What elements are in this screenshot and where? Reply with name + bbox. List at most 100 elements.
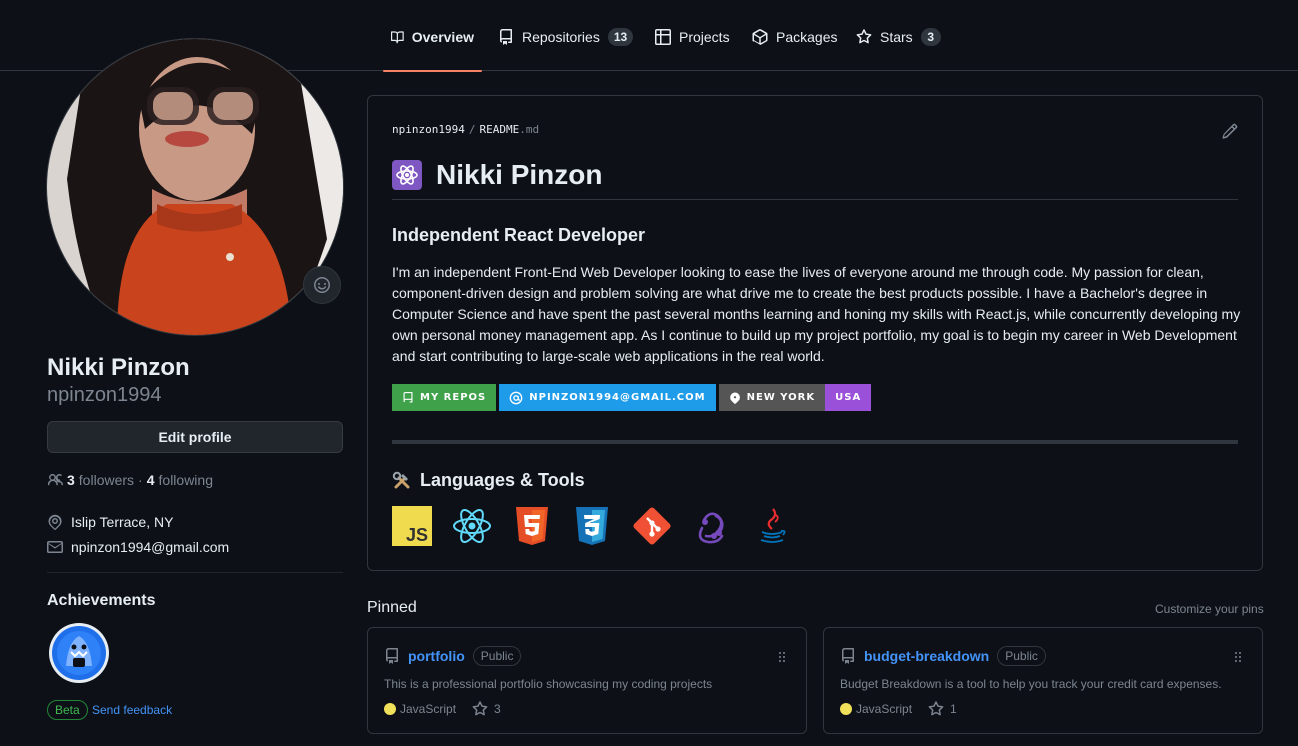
tab-label: Overview xyxy=(411,29,474,45)
profile-username: npinzon1994 xyxy=(47,384,162,406)
following-link[interactable]: 4 following xyxy=(147,471,213,489)
send-feedback-link[interactable]: Send feedback xyxy=(92,702,172,718)
java-icon[interactable] xyxy=(752,506,792,546)
mail-icon xyxy=(47,541,63,553)
tab-packages[interactable]: Packages xyxy=(744,27,845,71)
language-label: JavaScript xyxy=(856,702,913,716)
atom-emoji-icon xyxy=(392,160,422,190)
set-status-button[interactable] xyxy=(303,266,341,304)
shield-label: NEW YORK xyxy=(746,392,816,403)
profile-location: Islip Terrace, NY xyxy=(47,513,173,531)
following-label: following xyxy=(158,472,213,488)
followers-link[interactable]: 3 followers xyxy=(67,471,134,489)
pin-header: portfolio Public xyxy=(384,646,522,666)
star-count: 3 xyxy=(494,702,501,716)
follow-separator: · xyxy=(138,472,143,488)
drag-grip-icon[interactable] xyxy=(1230,650,1246,666)
achievements-title: Achievements xyxy=(47,592,156,609)
repo-stars-link[interactable]: 3 xyxy=(472,701,501,717)
tools-title-text: Languages & Tools xyxy=(420,470,585,490)
pinned-repo-card: budget-breakdown Public Budget Breakdown… xyxy=(823,627,1263,734)
email-shield[interactable]: NPINZON1994@GMAIL.COM xyxy=(499,384,716,411)
pinned-title: Pinned xyxy=(367,599,417,616)
repo-stars-link[interactable]: 1 xyxy=(928,701,957,717)
tab-label: Stars xyxy=(880,29,913,45)
repo-language: JavaScript xyxy=(384,702,456,716)
shield-label: NPINZON1994@GMAIL.COM xyxy=(529,392,706,403)
shield-label: MY REPOS xyxy=(420,392,487,403)
profile-email[interactable]: npinzon1994@gmail.com xyxy=(47,538,229,556)
git-icon[interactable] xyxy=(632,506,672,546)
repo-name-link[interactable]: portfolio xyxy=(408,648,465,664)
book-icon xyxy=(391,31,404,44)
repo-icon xyxy=(403,391,413,402)
readme-card: npinzon1994 / README.md Nikki Pinzon Ind… xyxy=(367,95,1263,571)
stars-count-badge: 3 xyxy=(920,28,941,46)
star-count: 1 xyxy=(950,702,957,716)
readme-heading: Nikki Pinzon xyxy=(436,159,603,190)
react-icon[interactable] xyxy=(452,506,492,546)
html5-icon[interactable] xyxy=(512,506,552,546)
tab-repositories[interactable]: Repositories 13 xyxy=(490,27,641,71)
star-icon xyxy=(472,701,488,716)
readme-owner-link[interactable]: npinzon1994 xyxy=(392,123,465,136)
readme-file-ext: .md xyxy=(519,123,540,136)
achievement-badge-shark[interactable] xyxy=(48,622,110,684)
following-count: 4 xyxy=(146,472,155,488)
tab-overview[interactable]: Overview xyxy=(383,27,482,72)
tab-label: Projects xyxy=(679,29,730,45)
readme-file-base: README xyxy=(479,123,520,136)
svg-text:JS: JS xyxy=(406,525,428,545)
smiley-icon xyxy=(314,277,330,293)
language-label: JavaScript xyxy=(400,702,457,716)
drag-grip-icon[interactable] xyxy=(774,650,790,666)
my-repos-shield[interactable]: MY REPOS xyxy=(392,384,497,411)
profile-name: Nikki Pinzon xyxy=(47,354,190,381)
repo-icon xyxy=(842,648,854,664)
tools-heading: Languages & Tools xyxy=(392,470,585,491)
customize-pins-link[interactable]: Customize your pins xyxy=(1155,602,1264,616)
beta-badge: Beta xyxy=(47,700,88,720)
repo-name-link[interactable]: budget-breakdown xyxy=(864,648,989,664)
repo-icon xyxy=(386,648,398,664)
star-icon xyxy=(928,701,944,716)
repo-meta: JavaScript 1 xyxy=(840,701,957,717)
tab-projects[interactable]: Projects xyxy=(647,27,738,71)
tab-label: Packages xyxy=(776,29,838,45)
visibility-badge: Public xyxy=(472,646,522,666)
table-icon xyxy=(655,29,671,45)
repo-language: JavaScript xyxy=(840,702,912,716)
css3-icon[interactable] xyxy=(572,506,612,546)
location-shield: NEW YORK USA xyxy=(718,384,872,411)
shield-badges: MY REPOS NPINZON1994@GMAIL.COM NEW YORK … xyxy=(392,384,872,411)
readme-breadcrumb: npinzon1994 / README.md xyxy=(392,123,539,136)
location-shield-right: USA xyxy=(825,384,872,411)
breadcrumb-separator: / xyxy=(468,123,476,136)
readme-subheading: Independent React Developer xyxy=(392,225,646,245)
people-icon xyxy=(47,474,63,486)
redux-icon[interactable] xyxy=(692,506,732,546)
avatar[interactable] xyxy=(46,38,344,336)
location-shield-left: NEW YORK xyxy=(718,384,826,411)
location-icon xyxy=(48,514,62,530)
followers-label: followers xyxy=(78,472,135,488)
readme-bio: I'm an independent Front-End Web Develop… xyxy=(392,264,1241,364)
repo-meta: JavaScript 3 xyxy=(384,701,501,717)
location-text: Islip Terrace, NY xyxy=(71,514,174,530)
avatar-photo xyxy=(47,39,343,335)
pencil-icon[interactable] xyxy=(1222,123,1238,139)
edit-profile-button[interactable]: Edit profile xyxy=(47,421,343,453)
repositories-count-badge: 13 xyxy=(607,28,634,46)
javascript-icon[interactable]: JS xyxy=(392,506,432,546)
at-sign-icon xyxy=(509,391,523,404)
tab-label: Repositories xyxy=(522,29,600,45)
visibility-badge: Public xyxy=(997,646,1046,666)
tab-stars[interactable]: Stars 3 xyxy=(848,27,949,71)
hammer-wrench-icon xyxy=(392,471,410,488)
location-icon xyxy=(729,392,740,404)
language-color-dot xyxy=(384,703,396,715)
tools-icon-row: JS xyxy=(392,506,792,546)
sidebar-divider xyxy=(47,572,343,573)
pinned-repo-card: portfolio Public This is a professional … xyxy=(367,627,807,734)
readme-file-name: README.md xyxy=(479,123,539,136)
